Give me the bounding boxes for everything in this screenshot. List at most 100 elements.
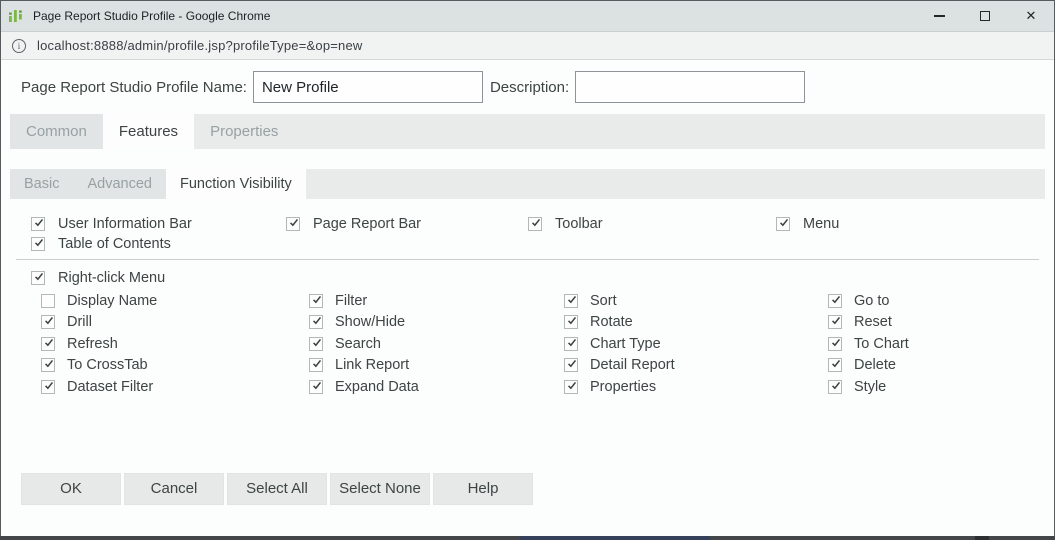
tab-common[interactable]: Common xyxy=(10,114,103,149)
right-click-menu-column: Display Name Drill Refresh To CrossTab Datas… xyxy=(41,290,309,398)
profile-form: Page Report Studio Profile Name: Descrip… xyxy=(21,71,1054,103)
checkbox-item: Expand Data xyxy=(309,376,564,398)
minimize-icon xyxy=(934,15,945,17)
checked-checkbox[interactable] xyxy=(564,358,578,372)
checked-checkbox[interactable] xyxy=(41,315,55,329)
url-text: localhost:8888/admin/profile.jsp?profile… xyxy=(37,38,363,53)
checkbox-label: Style xyxy=(854,379,886,395)
subtab-function-visibility[interactable]: Function Visibility xyxy=(166,169,306,199)
checked-checkbox[interactable] xyxy=(309,294,323,308)
checkbox-item: Right-click Menu xyxy=(31,268,1054,288)
checkbox-item: User Information Bar xyxy=(31,214,286,234)
checked-checkbox[interactable] xyxy=(828,337,842,351)
ok-button[interactable]: OK xyxy=(21,473,121,505)
checkbox-label: Rotate xyxy=(590,314,633,330)
subtab-advanced[interactable]: Advanced xyxy=(73,169,166,199)
window-titlebar[interactable]: Page Report Studio Profile - Google Chro… xyxy=(1,1,1054,32)
minimize-button[interactable] xyxy=(916,1,962,31)
checked-checkbox[interactable] xyxy=(564,315,578,329)
checked-checkbox[interactable] xyxy=(828,315,842,329)
help-button[interactable]: Help xyxy=(433,473,533,505)
checkbox-item: Table of Contents xyxy=(31,234,286,254)
checkbox-label: Delete xyxy=(854,357,896,373)
checkbox-item: To CrossTab xyxy=(41,355,309,377)
checked-checkbox[interactable] xyxy=(564,294,578,308)
app-logo-icon xyxy=(8,8,25,24)
checkbox-label: Link Report xyxy=(335,357,409,373)
site-info-icon[interactable] xyxy=(12,39,26,53)
checked-checkbox[interactable] xyxy=(41,337,55,351)
checked-checkbox[interactable] xyxy=(41,380,55,394)
checked-checkbox[interactable] xyxy=(828,294,842,308)
close-button[interactable] xyxy=(1008,1,1054,31)
window-title: Page Report Studio Profile - Google Chro… xyxy=(33,9,270,23)
checked-checkbox[interactable] xyxy=(309,358,323,372)
checked-checkbox[interactable] xyxy=(31,237,45,251)
checkbox-label: To Chart xyxy=(854,336,909,352)
profile-name-input[interactable] xyxy=(253,71,483,103)
checkbox-label: Search xyxy=(335,336,381,352)
select-all-button[interactable]: Select All xyxy=(227,473,327,505)
cancel-button[interactable]: Cancel xyxy=(124,473,224,505)
window-controls xyxy=(916,1,1054,31)
checked-checkbox[interactable] xyxy=(309,315,323,329)
checkbox-label: Filter xyxy=(335,293,367,309)
checkbox-item: Detail Report xyxy=(564,355,828,377)
right-click-menu-column: FilterShow/HideSearchLink ReportExpand D… xyxy=(309,290,564,398)
tab-properties[interactable]: Properties xyxy=(194,114,294,149)
maximize-button[interactable] xyxy=(962,1,1008,31)
maximize-icon xyxy=(980,11,990,21)
subtab-basic[interactable]: Basic xyxy=(10,169,73,199)
feature-cell: Page Report Bar xyxy=(286,214,528,234)
feature-row-1: User Information BarPage Report Bar Toolb… xyxy=(1,214,1054,234)
checkbox-label: Refresh xyxy=(67,336,118,352)
checkbox-item: Link Report xyxy=(309,355,564,377)
checkbox-label: Drill xyxy=(67,314,92,330)
checked-checkbox[interactable] xyxy=(528,217,542,231)
checked-checkbox[interactable] xyxy=(309,380,323,394)
address-bar: localhost:8888/admin/profile.jsp?profile… xyxy=(1,32,1054,60)
section-divider xyxy=(16,259,1039,260)
feature-row-2: Table of Contents xyxy=(1,234,1054,254)
feature-cell: User Information Bar xyxy=(31,214,286,234)
right-click-menu-column: Go to Reset To Chart Delete Style xyxy=(828,290,909,398)
background-window-fragment xyxy=(975,536,989,540)
right-click-menu-parent: Right-click Menu xyxy=(1,268,1054,288)
checkbox-label: Go to xyxy=(854,293,889,309)
checkbox-item: Display Name xyxy=(41,290,309,312)
checkbox-item: Sort xyxy=(564,290,828,312)
close-icon xyxy=(1026,8,1037,24)
checked-checkbox[interactable] xyxy=(31,271,45,285)
checkbox-item: Reset xyxy=(828,312,909,334)
checkbox-item: Rotate xyxy=(564,312,828,334)
checkbox-label: Toolbar xyxy=(555,216,603,232)
tab-features[interactable]: Features xyxy=(103,114,194,149)
description-label: Description: xyxy=(490,79,569,96)
checked-checkbox[interactable] xyxy=(828,380,842,394)
profile-name-label: Page Report Studio Profile Name: xyxy=(21,79,247,96)
checkbox-label: Display Name xyxy=(67,293,157,309)
checkbox-item: Dataset Filter xyxy=(41,376,309,398)
checked-checkbox[interactable] xyxy=(564,337,578,351)
checkbox-label: Table of Contents xyxy=(58,236,171,252)
checked-checkbox[interactable] xyxy=(41,358,55,372)
right-click-menu-grid: Display Name Drill Refresh To CrossTab Datas… xyxy=(1,290,1054,398)
select-none-button[interactable]: Select None xyxy=(330,473,430,505)
checked-checkbox[interactable] xyxy=(564,380,578,394)
checkbox-label: To CrossTab xyxy=(67,357,148,373)
checked-checkbox[interactable] xyxy=(776,217,790,231)
description-input[interactable] xyxy=(575,71,805,103)
checkbox-label: Properties xyxy=(590,379,656,395)
background-window-fragment xyxy=(520,536,710,540)
checked-checkbox[interactable] xyxy=(31,217,45,231)
checkbox-label: Dataset Filter xyxy=(67,379,153,395)
checkbox-item: Toolbar xyxy=(528,214,776,234)
feature-cell: Table of Contents xyxy=(31,234,286,254)
feature-subtabs: Basic Advanced Function Visibility xyxy=(10,169,1045,199)
unchecked-checkbox[interactable] xyxy=(41,294,55,308)
checkbox-item: Page Report Bar xyxy=(286,214,528,234)
checkbox-item: Drill xyxy=(41,312,309,334)
checked-checkbox[interactable] xyxy=(828,358,842,372)
checked-checkbox[interactable] xyxy=(286,217,300,231)
checked-checkbox[interactable] xyxy=(309,337,323,351)
